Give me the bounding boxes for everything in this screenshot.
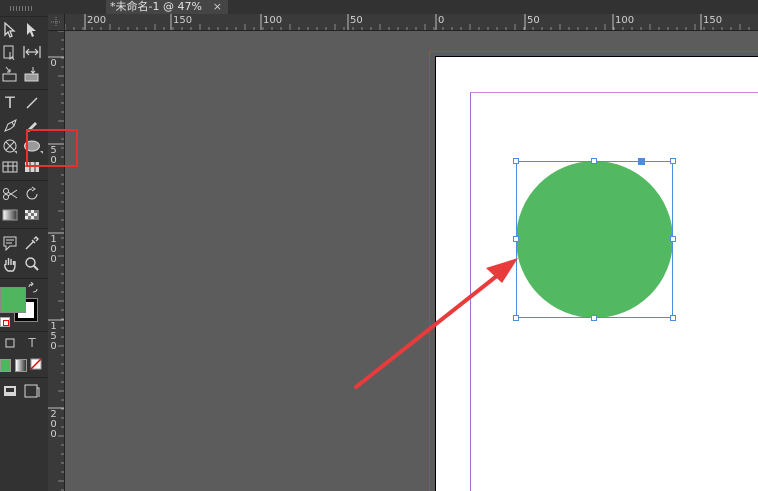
apply-none-icon[interactable] — [29, 355, 43, 373]
resize-handle[interactable] — [670, 158, 676, 164]
highlight-box — [26, 129, 78, 167]
ruler-label: 0 — [438, 15, 445, 26]
line-tool-icon[interactable] — [22, 93, 42, 113]
flyout-indicator-icon — [14, 151, 17, 154]
document-tab-title: *未命名-1 @ 47% — [110, 0, 202, 13]
eyedropper-tool-icon[interactable] — [22, 233, 42, 253]
corner-options-handle[interactable] — [638, 158, 645, 165]
resize-handle[interactable] — [513, 158, 519, 164]
document-tab[interactable]: *未命名-1 @ 47% × — [106, 0, 228, 14]
selection-bounding-box[interactable] — [513, 158, 676, 321]
resize-handle[interactable] — [591, 315, 597, 321]
ruler-label: 50 — [350, 15, 363, 26]
ruler-label: 1 5 0 — [50, 321, 57, 352]
ruler-label: 150 — [703, 15, 723, 26]
vertical-ruler[interactable]: 05 01 0 01 5 02 0 0 — [48, 31, 65, 491]
gap-tool-icon[interactable] — [22, 42, 42, 62]
panel-separator — [0, 180, 48, 181]
close-icon[interactable]: × — [213, 0, 222, 14]
ruler-label: 100 — [263, 15, 283, 26]
ruler-label: 50 — [527, 15, 540, 26]
panel-separator — [0, 278, 48, 279]
content-placer-tool-icon[interactable] — [22, 64, 42, 84]
panel-grip[interactable] — [10, 6, 32, 11]
tools-panel: T T — [0, 0, 49, 491]
panel-separator — [0, 331, 48, 332]
panel-separator — [0, 377, 48, 378]
panel-separator — [0, 89, 48, 90]
note-tool-icon[interactable] — [0, 233, 20, 253]
ruler-ticks — [65, 14, 750, 30]
horizontal-ruler[interactable]: 200 150 100 50 0 50 100 150 — [65, 14, 758, 31]
resize-handle[interactable] — [513, 315, 519, 321]
formatting-affects-container-icon[interactable] — [0, 333, 20, 353]
swap-fill-stroke-icon[interactable] — [26, 281, 40, 295]
resize-handle[interactable] — [513, 236, 519, 242]
ruler-label: 2 0 0 — [50, 409, 57, 440]
apply-gradient-icon[interactable] — [15, 359, 27, 372]
page-tool-icon[interactable] — [0, 42, 20, 62]
direct-selection-tool-icon[interactable] — [22, 20, 42, 40]
free-transform-tool-icon[interactable] — [22, 184, 42, 204]
pen-tool-icon[interactable] — [0, 115, 20, 135]
apply-color-icon[interactable] — [0, 359, 11, 372]
screen-mode-icon[interactable] — [22, 381, 42, 401]
ruler-origin[interactable] — [48, 14, 65, 31]
panel-separator — [0, 16, 48, 17]
zoom-tool-icon[interactable] — [22, 254, 42, 274]
scissors-tool-icon[interactable] — [0, 184, 20, 204]
formatting-affects-text-icon[interactable]: T — [22, 333, 42, 353]
default-fill-stroke-icon[interactable] — [0, 317, 10, 327]
ruler-label: 100 — [615, 15, 635, 26]
table-tool-icon[interactable] — [0, 157, 20, 177]
panel-separator — [0, 228, 48, 229]
resize-handle[interactable] — [670, 236, 676, 242]
gradient-feather-tool-icon[interactable] — [22, 205, 42, 225]
fill-swatch[interactable] — [0, 287, 26, 313]
selection-tool-icon[interactable] — [0, 20, 20, 40]
gradient-swatch-tool-icon[interactable] — [0, 205, 20, 225]
view-mode-icon[interactable] — [0, 381, 20, 401]
rectangle-frame-tool-icon[interactable] — [0, 136, 20, 156]
resize-handle[interactable] — [591, 158, 597, 164]
ruler-label: 0 — [50, 58, 57, 69]
ruler-label: 200 — [87, 15, 107, 26]
content-collector-tool-icon[interactable] — [0, 64, 20, 84]
type-tool-icon[interactable]: T — [0, 93, 20, 113]
resize-handle[interactable] — [670, 315, 676, 321]
ruler-label: 150 — [173, 15, 193, 26]
document-tab-bar: *未命名-1 @ 47% × — [48, 0, 758, 14]
hand-tool-icon[interactable] — [0, 254, 20, 274]
ruler-label: 1 0 0 — [50, 234, 57, 265]
